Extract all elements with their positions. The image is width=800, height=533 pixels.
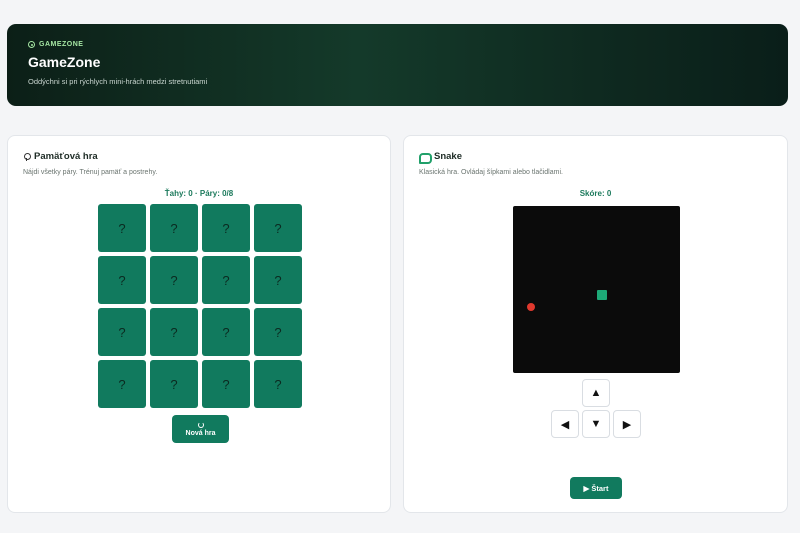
- memory-tile[interactable]: ?: [254, 360, 302, 408]
- memory-tile[interactable]: ?: [98, 308, 146, 356]
- up-arrow-button[interactable]: ▲: [582, 379, 610, 407]
- right-arrow-button[interactable]: ▶: [613, 410, 641, 438]
- memory-tile[interactable]: ?: [98, 256, 146, 304]
- snake-score: Skóre: 0: [579, 189, 612, 198]
- brand-label: GAMEZONE: [39, 41, 84, 48]
- food-dot: [527, 303, 535, 311]
- memory-tile[interactable]: ?: [202, 308, 250, 356]
- memory-tile[interactable]: ?: [150, 256, 198, 304]
- new-game-button[interactable]: Nová hra: [172, 415, 229, 443]
- snake-segment: [597, 290, 607, 300]
- brand-row: GAMEZONE: [28, 41, 767, 48]
- snake-title: Snake: [434, 151, 462, 162]
- memory-stats: Ťahy: 0 · Páry: 0/8: [164, 189, 234, 198]
- memory-tile[interactable]: ?: [150, 360, 198, 408]
- left-arrow-button[interactable]: ◀: [551, 410, 579, 438]
- down-arrow-button[interactable]: ▼: [582, 410, 610, 438]
- memory-game-card: Pamäťová hra Nájdi všetky páry. Trénuj p…: [7, 135, 391, 513]
- pin-icon: [23, 152, 31, 161]
- header-banner: GAMEZONE GameZone Oddýchni si pri rýchly…: [7, 24, 788, 106]
- snake-icon: [419, 152, 432, 164]
- snake-description: Klasická hra. Ovládaj šípkami alebo tlač…: [419, 169, 563, 176]
- memory-description: Nájdi všetky páry. Trénuj pamäť a postre…: [23, 169, 158, 176]
- memory-tile[interactable]: ?: [254, 204, 302, 252]
- start-button[interactable]: ▶ Štart: [570, 477, 622, 499]
- refresh-icon: [197, 421, 204, 428]
- memory-tile[interactable]: ?: [98, 204, 146, 252]
- memory-tile[interactable]: ?: [202, 204, 250, 252]
- memory-tile[interactable]: ?: [254, 256, 302, 304]
- memory-tile[interactable]: ?: [150, 308, 198, 356]
- memory-tile[interactable]: ?: [150, 204, 198, 252]
- snake-card-header: Snake: [419, 151, 462, 164]
- snake-board[interactable]: [513, 206, 680, 373]
- memory-title: Pamäťová hra: [34, 151, 98, 162]
- snake-game-card: Snake Klasická hra. Ovládaj šípkami aleb…: [403, 135, 788, 513]
- new-game-label: Nová hra: [185, 429, 216, 437]
- memory-card-header: Pamäťová hra: [23, 151, 98, 162]
- page-subtitle: Oddýchni si pri rýchlych mini-hrách medz…: [28, 77, 208, 86]
- memory-tile[interactable]: ?: [254, 308, 302, 356]
- page-title: GameZone: [28, 54, 101, 70]
- memory-tile[interactable]: ?: [202, 256, 250, 304]
- memory-tile[interactable]: ?: [98, 360, 146, 408]
- memory-tile[interactable]: ?: [202, 360, 250, 408]
- memory-grid: ? ? ? ? ? ? ? ? ? ? ? ? ? ? ? ?: [98, 204, 302, 408]
- target-icon: [28, 41, 35, 48]
